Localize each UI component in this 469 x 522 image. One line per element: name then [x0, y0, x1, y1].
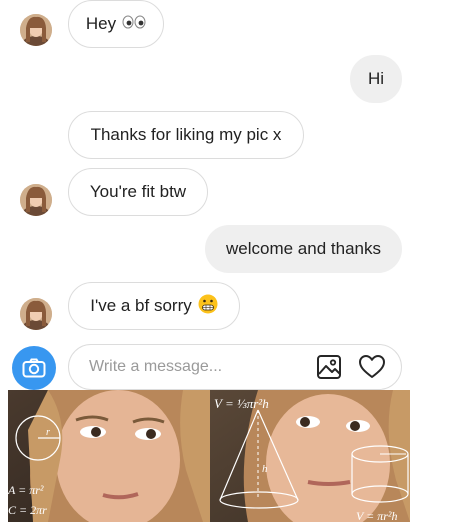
message-text: Thanks for liking my pic x	[90, 125, 282, 144]
message-input-placeholder: Write a message...	[89, 358, 223, 375]
circumference-formula: C = 2πr	[8, 503, 47, 517]
heart-icon	[359, 355, 385, 378]
height-label: h	[262, 463, 268, 475]
message-bubble[interactable]: Thanks for liking my pic x	[68, 111, 304, 159]
like-button[interactable]	[358, 353, 386, 381]
message-bubble[interactable]: Hey	[68, 0, 164, 48]
contact-avatar[interactable]	[20, 298, 52, 330]
eyes-emoji-icon	[122, 14, 146, 34]
message-bubble[interactable]: You're fit btw	[68, 168, 208, 216]
message-input[interactable]: Write a message...	[68, 344, 402, 390]
area-formula: A = πr²	[8, 483, 44, 497]
cylinder-volume-formula: V = πr²h	[356, 509, 398, 522]
contact-avatar[interactable]	[20, 184, 52, 216]
message-text: You're fit btw	[89, 182, 187, 201]
gallery-button[interactable]	[316, 354, 342, 380]
radius-label: r	[46, 427, 50, 438]
message-bubble[interactable]: Hi	[350, 55, 402, 103]
message-text: Hey	[85, 14, 117, 33]
message-bubble[interactable]: welcome and thanks	[205, 225, 402, 273]
camera-button[interactable]	[12, 346, 56, 390]
conversation: Hey Hi Thanks for liking my pic x You're…	[0, 0, 469, 392]
math-lady-meme-image: r A = πr² C = 2πr h V = ⅓πr²h V = πr²h	[8, 390, 410, 522]
message-bubble[interactable]: I've a bf sorry	[68, 282, 240, 330]
contact-avatar[interactable]	[20, 14, 52, 46]
camera-icon	[22, 358, 46, 378]
message-text: Hi	[367, 69, 385, 88]
message-text: I've a bf sorry	[90, 296, 192, 315]
image-icon	[317, 355, 341, 379]
cone-volume-formula: V = ⅓πr²h	[214, 396, 269, 411]
message-text: welcome and thanks	[226, 239, 381, 258]
grimacing-emoji-icon	[198, 294, 218, 319]
